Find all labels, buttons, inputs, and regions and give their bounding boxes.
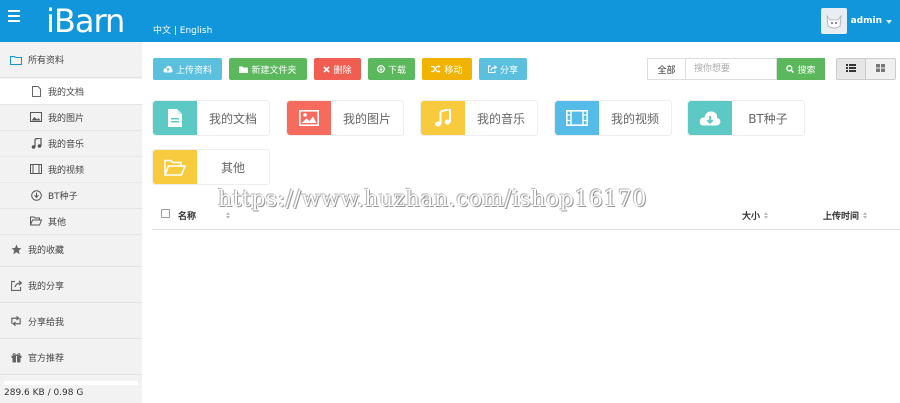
search-icon — [786, 65, 795, 73]
shuffle-icon — [431, 65, 441, 73]
sidebar: 所有资料 我的文档 我的图片 我的音乐 我的视频 BT种子 其他 我的收藏 我的… — [0, 42, 142, 403]
close-icon — [323, 65, 331, 73]
sidebar-item-bt[interactable]: BT种子 — [0, 183, 142, 209]
sort-icon — [226, 212, 231, 219]
folder-icon — [239, 66, 249, 73]
new-folder-button[interactable]: 新建文件夹 — [229, 58, 307, 80]
share-icon — [10, 279, 22, 291]
user-name: admin — [850, 16, 882, 26]
image-icon — [287, 101, 331, 135]
folder-open-icon — [153, 150, 197, 184]
sidebar-item-other[interactable]: 其他 — [0, 209, 142, 235]
sidebar-item-documents[interactable]: 我的文档 — [0, 79, 142, 105]
grid-icon — [876, 63, 885, 75]
category-card-bt[interactable]: BT种子 — [687, 100, 805, 136]
share-icon — [487, 65, 497, 73]
sidebar-item-label: 我的分享 — [28, 281, 65, 292]
sidebar-item-shared-with-me[interactable]: 分享给我 — [0, 304, 142, 339]
sidebar-item-label: 官方推荐 — [28, 353, 65, 364]
sort-icon — [863, 212, 868, 219]
category-card-videos[interactable]: 我的视频 — [554, 100, 672, 136]
sidebar-item-music[interactable]: 我的音乐 — [0, 131, 142, 157]
user-menu[interactable]: admin — [820, 0, 900, 42]
sidebar-item-label: 所有资料 — [28, 56, 65, 66]
move-button[interactable]: 移动 — [422, 58, 472, 80]
sidebar-item-official[interactable]: 官方推荐 — [0, 340, 142, 375]
file-table-header: 名称 大小 上传时间 — [152, 200, 900, 230]
logo[interactable]: iBarn — [46, 2, 125, 40]
language-switcher: 中文 | English — [153, 26, 213, 36]
avatar — [820, 8, 847, 34]
sidebar-item-label: 其他 — [48, 217, 67, 228]
cloud-download-icon — [688, 101, 732, 135]
sidebar-item-label: 我的音乐 — [48, 139, 85, 150]
share-button[interactable]: 分享 — [479, 58, 527, 80]
gift-icon — [10, 351, 22, 363]
sidebar-item-label: 我的图片 — [48, 113, 85, 124]
sidebar-item-label: BT种子 — [48, 191, 78, 202]
sidebar-item-all-files[interactable]: 所有资料 — [0, 42, 142, 78]
document-icon — [153, 101, 197, 135]
folder-open-icon — [30, 215, 42, 227]
music-icon — [30, 137, 42, 149]
column-time-header[interactable]: 上传时间 — [823, 209, 868, 222]
sidebar-item-label: 我的收藏 — [28, 245, 65, 256]
star-icon — [10, 243, 22, 255]
upload-button[interactable]: 上传资料 — [153, 58, 222, 80]
sidebar-item-label: 分享给我 — [28, 317, 65, 328]
menu-icon[interactable] — [8, 10, 20, 22]
cloud-upload-icon — [163, 65, 173, 73]
search-input[interactable] — [685, 58, 777, 80]
storage-usage: 289.6 KB / 0.98 G — [4, 388, 84, 398]
image-icon — [30, 111, 42, 123]
sidebar-item-images[interactable]: 我的图片 — [0, 105, 142, 131]
download-icon — [30, 189, 42, 201]
music-icon — [421, 101, 465, 135]
sidebar-item-label: 我的视频 — [48, 165, 85, 176]
column-size-header[interactable]: 大小 — [742, 209, 769, 222]
column-name-header[interactable]: 名称 — [178, 209, 231, 222]
delete-button[interactable]: 删除 — [314, 58, 361, 80]
sidebar-item-label: 我的文档 — [48, 87, 85, 98]
search-group: 全部 搜索 — [647, 58, 825, 80]
list-icon — [846, 63, 856, 75]
film-icon — [30, 163, 42, 175]
category-card-music[interactable]: 我的音乐 — [420, 100, 538, 136]
search-button[interactable]: 搜索 — [777, 58, 825, 80]
top-header: iBarn 中文 | English admin — [0, 0, 900, 42]
lang-zh-link[interactable]: 中文 — [153, 26, 171, 36]
category-card-other[interactable]: 其他 — [152, 149, 270, 185]
category-card-images[interactable]: 我的图片 — [286, 100, 404, 136]
search-scope-select[interactable]: 全部 — [647, 58, 685, 80]
folder-icon — [10, 54, 22, 66]
storage-progress-bar — [4, 381, 138, 385]
list-view-button[interactable] — [836, 58, 866, 80]
retweet-icon — [10, 315, 22, 327]
category-card-documents[interactable]: 我的文档 — [152, 100, 270, 136]
lang-en-link[interactable]: English — [180, 26, 213, 36]
sidebar-item-favorites[interactable]: 我的收藏 — [0, 232, 142, 267]
grid-view-button[interactable] — [866, 58, 896, 80]
document-icon — [30, 85, 42, 97]
sidebar-item-my-share[interactable]: 我的分享 — [0, 268, 142, 303]
download-circle-icon — [377, 65, 385, 73]
chevron-down-icon — [886, 20, 892, 24]
sort-icon — [764, 212, 769, 219]
sidebar-item-videos[interactable]: 我的视频 — [0, 157, 142, 183]
select-all-checkbox[interactable] — [161, 209, 170, 218]
download-button[interactable]: 下载 — [368, 58, 415, 80]
film-icon — [555, 101, 599, 135]
